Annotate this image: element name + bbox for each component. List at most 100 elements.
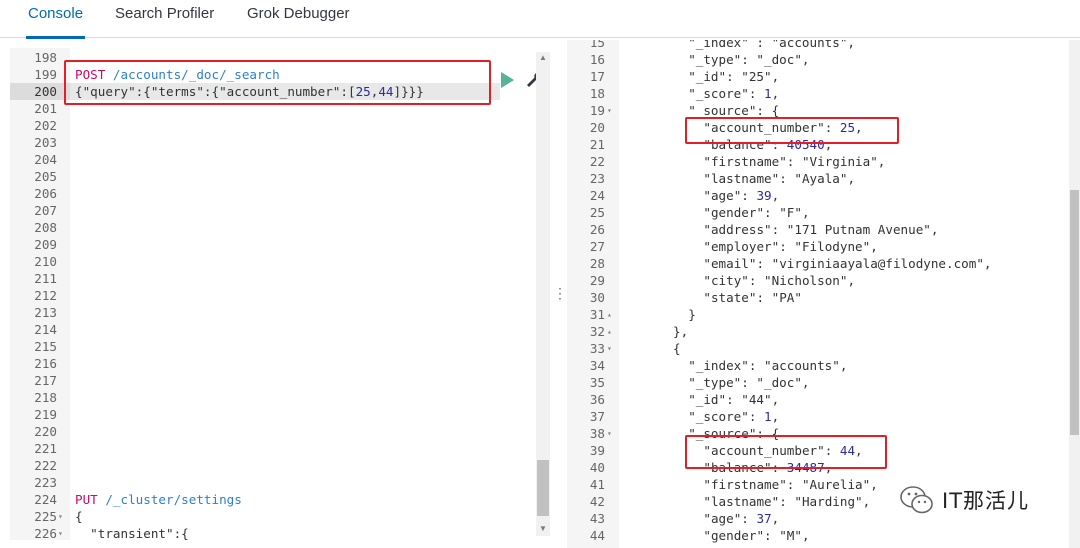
line-number: 212 (34, 288, 57, 303)
line-number: 23 (589, 171, 605, 186)
scrollbar-thumb[interactable] (1070, 190, 1079, 435)
json-line: "gender": "F", (703, 204, 809, 221)
line-number: 221 (34, 441, 57, 456)
line-number: 20 (589, 120, 605, 135)
tab-console[interactable]: Console (25, 0, 86, 39)
line-number: 200 (10, 83, 70, 100)
fold-toggle-icon[interactable]: ▾ (607, 102, 617, 119)
line-number: 26 (589, 222, 605, 237)
line-number: 39 (589, 443, 605, 458)
code-token: "_index": "accounts", (688, 358, 848, 373)
code-token: } (688, 307, 696, 322)
json-line: "lastname": "Harding", (703, 493, 870, 510)
json-line: "city": "Nicholson", (703, 272, 855, 289)
line-number: 226 (34, 526, 57, 540)
code-token: "employer": "Filodyne", (703, 239, 878, 254)
fold-toggle-icon[interactable]: ▴ (607, 306, 617, 323)
code-token: , (771, 86, 780, 101)
scrollbar-thumb[interactable] (537, 460, 549, 516)
line-number: 15 (589, 40, 605, 50)
code-token: "lastname": "Harding", (703, 494, 871, 509)
code-token: "address": "171 Putnam Avenue", (703, 222, 939, 237)
scroll-down-icon[interactable]: ▼ (539, 524, 547, 533)
line-number: 29 (589, 273, 605, 288)
line-number: 198 (34, 50, 57, 65)
request-editor[interactable]: 198 199 POST /accounts/_doc/_search 200 {"qu… (10, 48, 551, 540)
line-number: 199 (34, 67, 57, 82)
line-number: 201 (34, 101, 57, 116)
json-line: "firstname": "Aurelia", (703, 476, 877, 493)
code-line[interactable]: "transient":{ (75, 525, 189, 540)
line-number: 224 (34, 492, 57, 507)
code-line[interactable]: PUT /_cluster/settings (75, 491, 242, 508)
line-number: 28 (589, 256, 605, 271)
code-token: "firstname": "Aurelia", (703, 477, 878, 492)
line-number: 218 (34, 390, 57, 405)
scroll-up-icon[interactable]: ▲ (539, 53, 547, 62)
json-line: "email": "virginiaayala@filodyne.com", (703, 255, 991, 272)
code-token: "_source": { (688, 103, 780, 118)
tab-search-profiler[interactable]: Search Profiler (115, 0, 214, 38)
request-editor-scrollbar[interactable]: ▲ ▼ (536, 52, 550, 536)
code-token: , (771, 188, 780, 203)
code-token: "age": (703, 511, 757, 526)
code-token: "lastname": "Ayala", (703, 171, 856, 186)
line-number: 214 (34, 322, 57, 337)
code-token: { (673, 341, 681, 356)
response-viewer-scrollbar[interactable] (1069, 40, 1080, 548)
line-number: 17 (589, 69, 605, 84)
line-number: 216 (34, 356, 57, 371)
json-line: "_id": "25", (688, 68, 779, 85)
line-number: 19 (589, 103, 605, 118)
json-line: "employer": "Filodyne", (703, 238, 877, 255)
json-line: }, (673, 323, 688, 340)
line-number: 22 (589, 154, 605, 169)
line-number: 25 (589, 205, 605, 220)
code-token: 37 (756, 511, 772, 526)
fold-toggle-icon[interactable]: ▾ (58, 525, 68, 540)
json-line: } (688, 306, 696, 323)
line-number: 16 (589, 52, 605, 67)
json-line: "age": 37, (703, 510, 779, 527)
code-token: "state": "PA" (703, 290, 802, 305)
code-token: "city": "Nicholson", (703, 273, 856, 288)
watermark-text: IT那活儿 (942, 489, 1030, 513)
line-number: 209 (34, 237, 57, 252)
line-number: 202 (34, 118, 57, 133)
json-line: "lastname": "Ayala", (703, 170, 855, 187)
json-line: "firstname": "Virginia", (703, 153, 885, 170)
line-number: 35 (589, 375, 605, 390)
code-token: "gender": "M", (703, 528, 810, 543)
code-token: 1 (764, 409, 772, 424)
line-number: 223 (34, 475, 57, 490)
code-line[interactable]: { (75, 508, 83, 525)
pane-resizer-handle[interactable]: ⋮ (553, 285, 567, 302)
wechat-icon (900, 486, 933, 514)
line-number: 211 (34, 271, 57, 286)
code-token: }, (673, 324, 689, 339)
json-line: "_score": 1, (688, 85, 779, 102)
line-number: 27 (589, 239, 605, 254)
json-line: "_type": "_doc", (688, 374, 809, 391)
json-line: "age": 39, (703, 187, 779, 204)
code-token: "_type": "_doc", (688, 375, 810, 390)
play-icon[interactable] (501, 72, 514, 88)
line-number: 38 (589, 426, 605, 441)
line-number: 207 (34, 203, 57, 218)
line-number: 206 (34, 186, 57, 201)
json-line: "_id": "44", (688, 391, 779, 408)
line-number: 42 (589, 494, 605, 509)
fold-toggle-icon[interactable]: ▴ (607, 323, 617, 340)
line-number: 205 (34, 169, 57, 184)
json-line: "gender": "M", (703, 527, 809, 544)
line-number: 37 (589, 409, 605, 424)
tab-grok-debugger[interactable]: Grok Debugger (247, 0, 350, 38)
line-number: 203 (34, 135, 57, 150)
line-number: 220 (34, 424, 57, 439)
line-number: 33 (589, 341, 605, 356)
fold-toggle-icon[interactable]: ▾ (607, 340, 617, 357)
fold-toggle-icon[interactable]: ▾ (58, 508, 68, 525)
line-number: 44 (589, 528, 605, 543)
code-token: "_score": (688, 86, 765, 101)
fold-toggle-icon[interactable]: ▾ (607, 425, 617, 442)
